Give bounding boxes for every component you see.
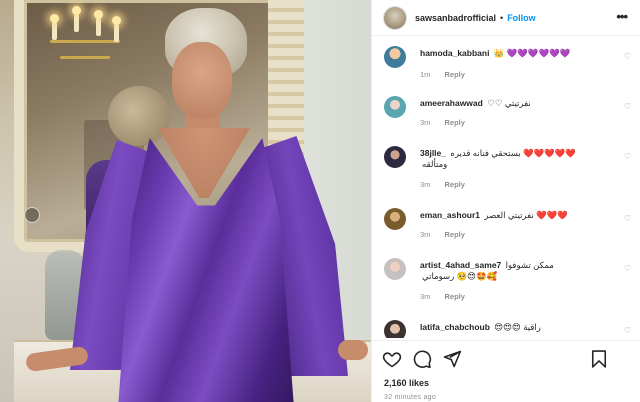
post-timestamp: 32 minutes ago xyxy=(384,394,437,401)
bookmark-icon[interactable] xyxy=(589,349,609,369)
commenter-avatar[interactable] xyxy=(384,320,406,338)
follow-button[interactable]: Follow xyxy=(507,13,536,23)
comment-like-icon[interactable]: ♡ xyxy=(624,214,631,223)
reply-button[interactable]: Reply xyxy=(445,230,465,239)
comment-item: ameerahawwad ♡♡ نفرتيتي 3m Reply ♡ xyxy=(372,96,640,140)
comment-like-icon[interactable]: ♡ xyxy=(624,326,631,335)
reply-button[interactable]: Reply xyxy=(445,292,465,301)
comment-time: 3m xyxy=(420,180,431,189)
comment-time: 1m xyxy=(420,70,431,79)
comment-username[interactable]: 38jlle_ xyxy=(420,148,446,158)
comment-username[interactable]: artist_4ahad_same7 xyxy=(420,260,501,270)
commenter-avatar[interactable] xyxy=(384,146,406,168)
comment-like-icon[interactable]: ♡ xyxy=(624,102,631,111)
comment-body: artist_4ahad_same7 ممكن تشوفوا رسوماتي 🥺… xyxy=(420,260,625,282)
comment-username[interactable]: hamoda_kabbani xyxy=(420,48,489,58)
comment-text: نفرتيتي العصر ❤️❤️❤️ xyxy=(484,210,568,220)
comment-text-line2: ومتألقه xyxy=(422,159,448,169)
comment-like-icon[interactable]: ♡ xyxy=(624,264,631,273)
comment-meta: 3m Reply xyxy=(420,118,465,127)
heart-outline-icon[interactable] xyxy=(382,349,402,369)
hand-right xyxy=(338,340,368,360)
likes-count[interactable]: 2,160 likes xyxy=(384,378,429,388)
comment-list: hamoda_kabbani 👑 💜💜💜💜💜💜 1m Reply ♡ ameer… xyxy=(372,38,640,338)
post-image[interactable] xyxy=(0,0,371,402)
carousel-prev-button[interactable] xyxy=(24,207,40,223)
paper-plane-icon[interactable] xyxy=(442,349,462,369)
comment-item: latifa_chabchoub 😍😍😍 راقية ♡ xyxy=(372,320,640,338)
comment-body: hamoda_kabbani 👑 💜💜💜💜💜💜 xyxy=(420,48,625,59)
comment-time: 3m xyxy=(420,230,431,239)
comment-meta: 3m Reply xyxy=(420,180,465,189)
comment-like-icon[interactable]: ♡ xyxy=(624,152,631,161)
commenter-avatar[interactable] xyxy=(384,258,406,280)
comment-item: eman_ashour1 نفرتيتي العصر ❤️❤️❤️ 3m Rep… xyxy=(372,208,640,252)
comment-body: 38jlle_ بستحقي فنانه قديره ❤️❤️❤️❤️❤️ وم… xyxy=(420,148,625,170)
reply-button[interactable]: Reply xyxy=(445,70,465,79)
reply-button[interactable]: Reply xyxy=(445,118,465,127)
comment-body: ameerahawwad ♡♡ نفرتيتي xyxy=(420,98,625,109)
face xyxy=(172,42,232,118)
commenter-avatar[interactable] xyxy=(384,46,406,68)
chandelier xyxy=(40,0,130,80)
comments-panel: sawsanbadrofficial • Follow ••• hamoda_k… xyxy=(371,0,640,402)
comment-text-line2: رسوماتي 🥺😍🤩🥰 xyxy=(422,271,498,281)
comment-time: 3m xyxy=(420,118,431,127)
comment-item: hamoda_kabbani 👑 💜💜💜💜💜💜 1m Reply ♡ xyxy=(372,46,640,90)
commenter-avatar[interactable] xyxy=(384,96,406,118)
comment-text: ممكن تشوفوا xyxy=(505,260,554,270)
comment-text: ♡♡ نفرتيتي xyxy=(487,98,531,108)
comment-text: 😍😍😍 راقية xyxy=(494,322,541,332)
more-options-icon[interactable]: ••• xyxy=(616,10,628,23)
comment-text: 👑 💜💜💜💜💜💜 xyxy=(493,48,571,58)
separator-dot: • xyxy=(500,12,504,23)
profile-avatar[interactable] xyxy=(384,6,406,29)
comment-meta: 1m Reply xyxy=(420,70,465,79)
comment-like-icon[interactable]: ♡ xyxy=(624,52,631,61)
comment-meta: 3m Reply xyxy=(420,230,465,239)
comment-bubble-icon[interactable] xyxy=(412,349,432,369)
comment-item: artist_4ahad_same7 ممكن تشوفوا رسوماتي 🥺… xyxy=(372,258,640,310)
comment-text: بستحقي فنانه قديره ❤️❤️❤️❤️❤️ xyxy=(450,148,576,158)
comment-item: 38jlle_ بستحقي فنانه قديره ❤️❤️❤️❤️❤️ وم… xyxy=(372,146,640,198)
profile-username[interactable]: sawsanbadrofficial xyxy=(415,13,496,23)
post-header: sawsanbadrofficial • Follow ••• xyxy=(372,0,640,36)
commenter-avatar[interactable] xyxy=(384,208,406,230)
comment-body: eman_ashour1 نفرتيتي العصر ❤️❤️❤️ xyxy=(420,210,625,221)
comment-username[interactable]: latifa_chabchoub xyxy=(420,322,490,332)
comment-username[interactable]: ameerahawwad xyxy=(420,98,483,108)
comment-body: latifa_chabchoub 😍😍😍 راقية xyxy=(420,322,625,333)
comment-username[interactable]: eman_ashour1 xyxy=(420,210,480,220)
action-bar xyxy=(372,340,640,374)
reply-button[interactable]: Reply xyxy=(445,180,465,189)
comment-time: 3m xyxy=(420,292,431,301)
comment-meta: 3m Reply xyxy=(420,292,465,301)
mirror-reflection xyxy=(108,86,170,146)
